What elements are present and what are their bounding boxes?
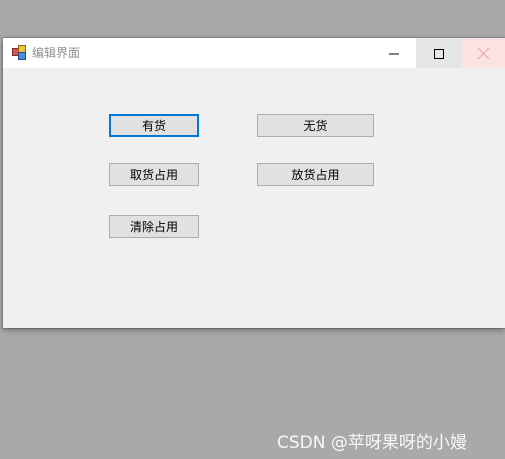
clear-occupy-button[interactable]: 清除占用 bbox=[109, 215, 199, 238]
edit-window: 编辑界面 有货 无货 取货占用 放货占用 清除占用 bbox=[3, 38, 505, 328]
title-bar[interactable]: 编辑界面 bbox=[3, 38, 505, 68]
window-title: 编辑界面 bbox=[32, 46, 81, 60]
form-content: 有货 无货 取货占用 放货占用 清除占用 bbox=[3, 68, 505, 328]
maximize-icon bbox=[433, 44, 444, 63]
out-of-stock-button[interactable]: 无货 bbox=[257, 114, 374, 137]
desktop: 编辑界面 有货 无货 取货占用 放货占用 清除占用 CSDN @苹呀果呀的小嫚 bbox=[0, 0, 505, 459]
minimize-button[interactable] bbox=[371, 38, 416, 68]
app-icon bbox=[12, 45, 27, 60]
maximize-button[interactable] bbox=[416, 38, 461, 68]
watermark-text: CSDN @苹呀果呀的小嫚 bbox=[277, 433, 467, 453]
pickup-occupy-button[interactable]: 取货占用 bbox=[109, 163, 199, 186]
minimize-icon bbox=[388, 44, 399, 63]
putaway-occupy-button[interactable]: 放货占用 bbox=[257, 163, 374, 186]
close-icon bbox=[477, 44, 489, 63]
in-stock-button[interactable]: 有货 bbox=[109, 114, 199, 137]
close-button[interactable] bbox=[461, 38, 505, 68]
